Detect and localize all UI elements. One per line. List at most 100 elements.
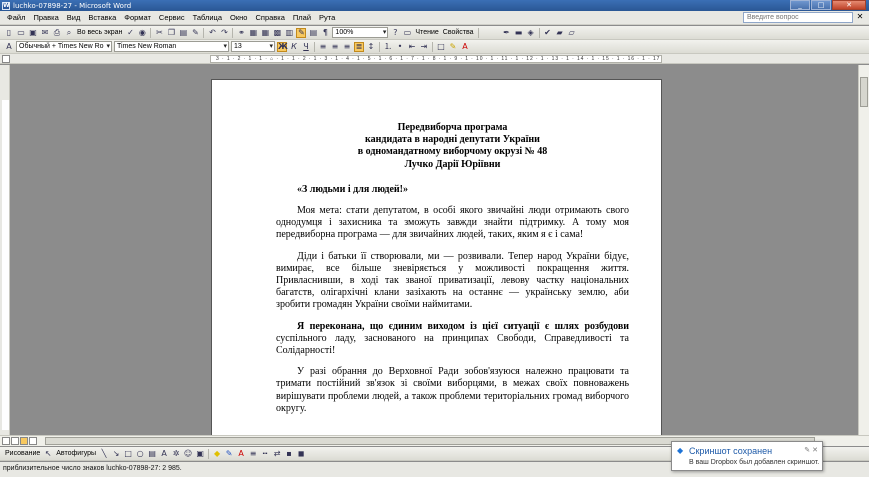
clipart-icon[interactable]: ☺ <box>183 449 193 459</box>
color-marker-icon[interactable]: ▰ <box>555 28 565 38</box>
permission-icon[interactable]: ✉ <box>40 28 50 38</box>
close-window-button[interactable]: ✕ <box>832 0 866 10</box>
line-icon[interactable]: ╲ <box>99 449 109 459</box>
document-map-icon[interactable]: ▤ <box>308 28 318 38</box>
highlight-icon[interactable]: ✎ <box>448 42 458 52</box>
spelling-icon[interactable]: ✓ <box>125 28 135 38</box>
save-icon[interactable]: ▣ <box>28 28 38 38</box>
drawing-menu-button[interactable]: Рисование <box>5 450 40 457</box>
font-select[interactable]: Times New Roman <box>114 41 229 52</box>
autoshapes-button[interactable]: Автофигуры <box>56 450 96 457</box>
document-page[interactable]: Передвиборча програма кандидата в народн… <box>211 79 662 435</box>
columns-icon[interactable]: ▥ <box>284 28 294 38</box>
fill-color-icon[interactable]: ◆ <box>212 449 222 459</box>
drawing-toggle-icon[interactable]: ✎ <box>296 27 307 38</box>
menu-format[interactable]: Формат <box>120 13 155 22</box>
insert-picture-icon[interactable]: ▣ <box>195 449 205 459</box>
menu-insert[interactable]: Вставка <box>84 13 120 22</box>
select-arrow-icon[interactable]: ↖ <box>43 449 53 459</box>
vertical-scroll-thumb[interactable] <box>860 77 868 107</box>
close-document-icon[interactable]: ✕ <box>855 12 865 22</box>
read-mode-icon[interactable]: ▭ <box>402 28 412 38</box>
numbered-list-icon[interactable]: ⒈ <box>383 42 393 52</box>
web-view-button[interactable] <box>11 437 19 445</box>
bold-icon[interactable]: Ж <box>277 41 288 52</box>
minimize-button[interactable]: _ <box>790 0 810 10</box>
3d-icon[interactable]: ◼ <box>296 449 306 459</box>
increase-indent-icon[interactable]: ⇥ <box>419 42 429 52</box>
paste-icon[interactable]: ▤ <box>178 28 188 38</box>
menu-ruta[interactable]: Рута <box>315 13 339 22</box>
ask-question-input[interactable]: Введите вопрос <box>743 12 853 23</box>
font-color-icon[interactable]: A <box>460 42 470 52</box>
pen-icon[interactable]: ✒ <box>502 28 512 38</box>
menu-help[interactable]: Справка <box>251 13 288 22</box>
menu-view[interactable]: Вид <box>63 13 85 22</box>
help-icon[interactable]: ? <box>390 28 400 38</box>
full-screen-button[interactable]: Во весь экран <box>77 29 122 36</box>
menu-table[interactable]: Таблица <box>189 13 226 22</box>
rectangle-icon[interactable]: □ <box>123 449 133 459</box>
menu-file[interactable]: Файл <box>3 13 29 22</box>
undo-icon[interactable]: ↶ <box>207 28 217 38</box>
normal-view-button[interactable] <box>2 437 10 445</box>
hyperlink-icon[interactable]: ⚭ <box>236 28 246 38</box>
reading-mode-button[interactable]: Чтение <box>415 29 438 36</box>
menu-window[interactable]: Окно <box>226 13 251 22</box>
print-layout-button[interactable] <box>20 437 28 445</box>
menu-tools[interactable]: Сервис <box>155 13 189 22</box>
properties-button[interactable]: Свойства <box>443 29 474 36</box>
cut-icon[interactable]: ✂ <box>154 28 164 38</box>
print-icon[interactable]: ⎙ <box>52 28 62 38</box>
align-left-icon[interactable]: ≡ <box>318 42 328 52</box>
arrow-style-icon[interactable]: ⇄ <box>272 449 282 459</box>
dropbox-notification[interactable]: ◆ Скриншот сохранен В ваш Dropbox был до… <box>671 441 823 471</box>
new-document-icon[interactable]: ▯ <box>4 28 14 38</box>
outline-view-button[interactable] <box>29 437 37 445</box>
dash-style-icon[interactable]: ┅ <box>260 449 270 459</box>
notification-settings-icon[interactable]: ✎ <box>804 447 810 454</box>
styles-pane-icon[interactable]: A <box>4 42 14 52</box>
shadow-icon[interactable]: ▪ <box>284 449 294 459</box>
menu-plai[interactable]: Плай <box>289 13 315 22</box>
stamp-icon[interactable]: ◈ <box>526 28 536 38</box>
italic-icon[interactable]: К <box>289 42 299 52</box>
line-spacing-icon[interactable]: ↕ <box>366 42 376 52</box>
align-right-icon[interactable]: ≡ <box>342 42 352 52</box>
tab-selector[interactable] <box>2 55 10 63</box>
redo-icon[interactable]: ↷ <box>219 28 229 38</box>
insert-excel-icon[interactable]: ▩ <box>272 28 282 38</box>
justify-icon[interactable]: ≣ <box>354 41 364 52</box>
menu-edit[interactable]: Правка <box>29 13 62 22</box>
underline-icon[interactable]: Ч <box>301 42 311 52</box>
oval-icon[interactable]: ○ <box>135 449 145 459</box>
decrease-indent-icon[interactable]: ⇤ <box>407 42 417 52</box>
wordart-icon[interactable]: A <box>159 449 169 459</box>
insert-table-icon[interactable]: ▦ <box>260 28 270 38</box>
eraser-icon[interactable]: ▱ <box>567 28 577 38</box>
zoom-select[interactable]: 100% <box>332 27 389 38</box>
document-body[interactable]: Передвиборча програма кандидата в народн… <box>276 122 629 415</box>
style-select[interactable]: Обычный + Times New Ro <box>16 41 112 52</box>
font-size-select[interactable]: 13 <box>231 41 275 52</box>
font-color-drawing-icon[interactable]: A <box>236 449 246 459</box>
maximize-button[interactable]: □ <box>811 0 831 10</box>
textbox-icon[interactable]: ▤ <box>147 449 157 459</box>
borders-icon[interactable]: □ <box>436 42 446 52</box>
research-icon[interactable]: ◉ <box>137 28 147 38</box>
vertical-scrollbar[interactable] <box>858 65 869 435</box>
format-painter-icon[interactable]: ✎ <box>190 28 200 38</box>
document-area[interactable]: Передвиборча програма кандидата в народн… <box>11 65 858 435</box>
tables-borders-icon[interactable]: ▦ <box>248 28 258 38</box>
print-preview-icon[interactable]: ⌕ <box>64 28 74 38</box>
diagram-icon[interactable]: ✲ <box>171 449 181 459</box>
show-hide-icon[interactable]: ¶ <box>320 28 330 38</box>
align-center-icon[interactable]: ≡ <box>330 42 340 52</box>
check-icon[interactable]: ✔ <box>543 28 553 38</box>
copy-icon[interactable]: ❐ <box>166 28 176 38</box>
notification-close-icon[interactable]: ✕ <box>812 447 818 454</box>
line-color-icon[interactable]: ✎ <box>224 449 234 459</box>
highlighter-icon[interactable]: ▬ <box>514 28 524 38</box>
line-style-icon[interactable]: ≡ <box>248 449 258 459</box>
arrow-icon[interactable]: ↘ <box>111 449 121 459</box>
